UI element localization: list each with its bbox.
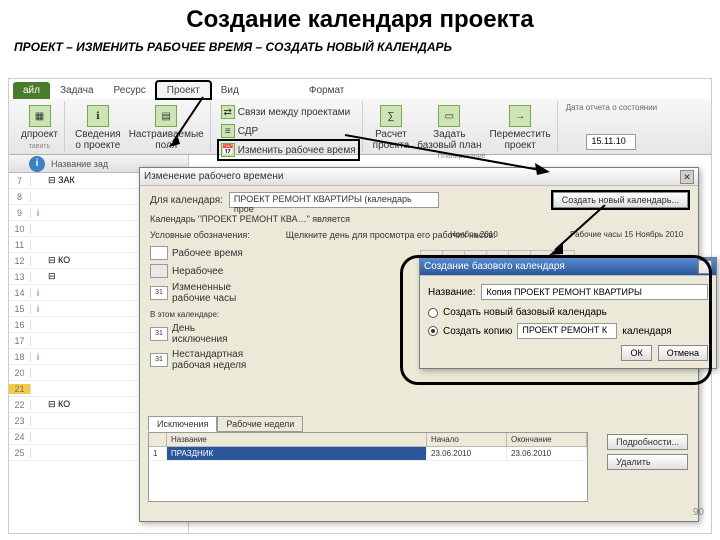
radio-new-base[interactable]: Создать новый базовый календарь bbox=[428, 307, 708, 318]
swatch-work bbox=[150, 246, 168, 260]
btn-links[interactable]: ⇄Связи между проектами bbox=[219, 103, 358, 121]
btn-change-working-time[interactable]: 📅Изменить рабочее время bbox=[219, 141, 358, 159]
btn-details[interactable]: Подробности... bbox=[607, 434, 688, 450]
fields-icon: ▤ bbox=[155, 105, 177, 127]
col-start[interactable]: Начало bbox=[427, 433, 507, 446]
calendar-select[interactable]: ПРОЕКТ РЕМОНТ КВАРТИРЫ (календарь прое bbox=[229, 192, 439, 208]
radio-copy[interactable]: Создать копиюПРОЕКТ РЕМОНТ Ккалендаря bbox=[428, 323, 708, 339]
page-number: 90 bbox=[693, 507, 704, 518]
swatch-off bbox=[150, 264, 168, 278]
calendar-edit-icon: 📅 bbox=[221, 143, 235, 157]
leg-work: Рабочее время bbox=[172, 248, 243, 259]
name-input[interactable] bbox=[481, 284, 708, 300]
btn-custom-fields[interactable]: ▤Настраиваемые поля bbox=[127, 103, 206, 153]
ribbon-tabs: айл Задача Ресурс Проект Вид Формат bbox=[9, 79, 711, 99]
btn-cancel[interactable]: Отмена bbox=[658, 345, 708, 361]
tab-resource[interactable]: Ресурс bbox=[104, 82, 156, 99]
tab-workweeks[interactable]: Рабочие недели bbox=[217, 416, 303, 432]
btn-subproject[interactable]: ▦дпроект bbox=[19, 103, 60, 142]
leg-changed: Измененные рабочие часы bbox=[172, 282, 236, 304]
links-icon: ⇄ bbox=[221, 105, 235, 119]
slide-subtitle: ПРОЕКТ – ИЗМЕНИТЬ РАБОЧЕЕ ВРЕМЯ – СОЗДАТ… bbox=[0, 40, 720, 60]
swatch-nonstd: 31 bbox=[150, 353, 168, 367]
baseline-icon: ▭ bbox=[438, 105, 460, 127]
subproject-icon: ▦ bbox=[29, 105, 51, 127]
leg-off: Нерабочее bbox=[172, 266, 223, 277]
tab-project[interactable]: Проект bbox=[156, 81, 211, 99]
exceptions-table[interactable]: НазваниеНачалоОкончание 1ПРАЗДНИК23.06.2… bbox=[148, 432, 588, 502]
wbs-icon: ≡ bbox=[221, 124, 235, 138]
group-plan: Планирование bbox=[438, 153, 486, 160]
col-taskname[interactable]: Название зад bbox=[51, 159, 108, 169]
msproject-window: айл Задача Ресурс Проект Вид Формат ▦дпр… bbox=[8, 78, 712, 534]
leg-nonstd: Нестандартная рабочая неделя bbox=[172, 349, 246, 371]
btn-create-new-calendar[interactable]: Создать новый календарь... bbox=[553, 192, 688, 208]
btn-ok[interactable]: ОК bbox=[621, 345, 651, 361]
exc-row-start[interactable]: 23.06.2010 bbox=[427, 447, 507, 461]
radio-dot-icon bbox=[428, 326, 438, 336]
exc-row-name[interactable]: ПРАЗДНИК bbox=[167, 447, 427, 461]
btn-project-info[interactable]: ℹСведения о проекте bbox=[73, 103, 123, 153]
status-date-field[interactable]: 15.11.10 bbox=[586, 134, 636, 150]
legend-header: Условные обозначения: bbox=[150, 230, 250, 240]
tab-format[interactable]: Формат bbox=[299, 82, 355, 99]
month-label: Ноябрь 2010 bbox=[450, 230, 498, 239]
leg-inthis: В этом календаре: bbox=[150, 310, 246, 319]
calc-icon: ∑ bbox=[380, 105, 402, 127]
ribbon: ▦дпроект тавить ℹСведения о проекте ▤Нас… bbox=[9, 99, 711, 155]
exc-row-end[interactable]: 23.06.2010 bbox=[507, 447, 587, 461]
col-end[interactable]: Окончание bbox=[507, 433, 587, 446]
btn-move-project[interactable]: →Переместить проект bbox=[487, 103, 552, 153]
btn-baseline[interactable]: ▭Задать базовый план bbox=[415, 103, 483, 153]
btn-delete[interactable]: Удалить bbox=[607, 454, 688, 470]
swatch-excday: 31 bbox=[150, 327, 168, 341]
btn-wbs[interactable]: ≡СДР bbox=[219, 122, 358, 140]
dialog1-close[interactable]: ✕ bbox=[680, 170, 694, 184]
swatch-changed: 31 bbox=[150, 286, 168, 300]
for-calendar-label: Для календаря: bbox=[150, 195, 223, 206]
dialog2-close[interactable]: ✕ bbox=[698, 260, 712, 274]
slide-title: Создание календаря проекта bbox=[0, 0, 720, 40]
dialog1-title: Изменение рабочего времени bbox=[144, 171, 283, 182]
col-name[interactable]: Название bbox=[167, 433, 427, 446]
info-icon: i bbox=[29, 156, 45, 172]
leg-excday: День исключения bbox=[172, 323, 227, 345]
move-icon: → bbox=[509, 105, 531, 127]
group-insert: тавить bbox=[29, 143, 51, 150]
calendar-is-label: Календарь "ПРОЕКТ РЕМОНТ КВА…" является bbox=[150, 214, 688, 224]
tab-view[interactable]: Вид bbox=[211, 82, 249, 99]
tab-task[interactable]: Задача bbox=[50, 82, 104, 99]
tab-file[interactable]: айл bbox=[13, 82, 50, 99]
tab-exceptions[interactable]: Исключения bbox=[148, 416, 217, 432]
btn-calc[interactable]: ∑Расчет проекта bbox=[371, 103, 412, 153]
info-icon: ℹ bbox=[87, 105, 109, 127]
workhours-label: Рабочие часы 15 Ноябрь 2010 bbox=[570, 230, 683, 239]
copy-of-select[interactable]: ПРОЕКТ РЕМОНТ К bbox=[517, 323, 617, 339]
dialog2-title: Создание базового календаря bbox=[424, 261, 565, 272]
radio-dot-icon bbox=[428, 308, 438, 318]
name-label: Название: bbox=[428, 287, 475, 298]
dialog-create-base-calendar: Создание базового календаря ✕ Название: С… bbox=[419, 257, 717, 369]
status-date-label: Дата отчета о состоянии bbox=[566, 103, 657, 112]
